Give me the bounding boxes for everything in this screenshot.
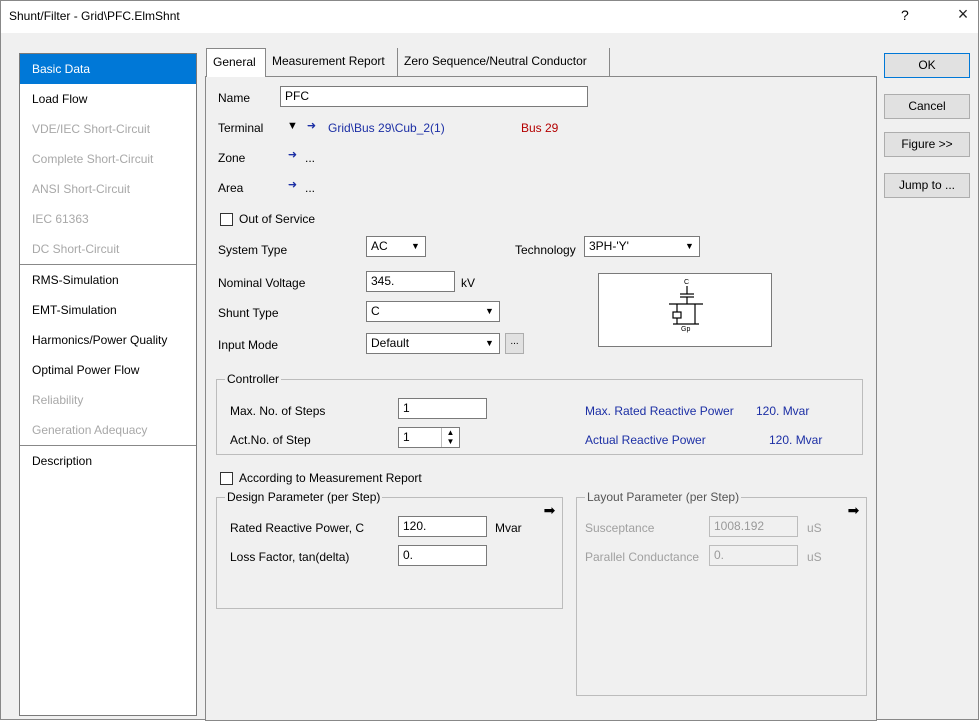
sidebar-item-iec-61363[interactable]: IEC 61363 [20, 204, 196, 234]
title-bar: Shunt/Filter - Grid\PFC.ElmShnt ? × [1, 1, 978, 33]
jump-to-button[interactable]: Jump to ... [884, 173, 970, 198]
technology-select[interactable]: 3PH-'Y' ▼ [584, 236, 700, 257]
conductance-label: Gp [681, 326, 690, 333]
tab-zero-sequence[interactable]: Zero Sequence/Neutral Conductor [398, 48, 610, 76]
act-step-value: 1 [403, 430, 410, 444]
sidebar-item-rms-simulation[interactable]: RMS-Simulation [20, 265, 196, 295]
chevron-down-icon: ▼ [485, 338, 494, 348]
nominal-voltage-label: Nominal Voltage [218, 276, 306, 290]
close-button[interactable]: × [951, 4, 975, 25]
controller-title: Controller [225, 372, 282, 386]
rated-reactive-power-unit: Mvar [495, 521, 522, 535]
tab-general[interactable]: General [206, 48, 266, 77]
actual-reactive-power-value: 120. Mvar [769, 433, 823, 447]
out-of-service-label: Out of Service [239, 212, 316, 226]
max-rated-reactive-power-label: Max. Rated Reactive Power [585, 404, 734, 418]
tab-measurement-report[interactable]: Measurement Report [266, 48, 398, 76]
terminal-bus-name: Bus 29 [521, 121, 559, 135]
system-type-select[interactable]: AC ▼ [366, 236, 426, 257]
shunt-symbol-figure: C Gp [598, 273, 772, 347]
act-step-label: Act.No. of Step [230, 433, 311, 447]
sidebar-item-optimal-power-flow[interactable]: Optimal Power Flow [20, 355, 196, 385]
input-mode-value: Default [371, 336, 410, 350]
input-mode-more-button[interactable]: ... [505, 333, 524, 354]
shunt-type-value: C [371, 304, 380, 318]
max-rated-reactive-power-value: 120. Mvar [756, 404, 810, 418]
chevron-down-icon: ▼ [411, 241, 420, 251]
parallel-conductance-label: Parallel Conductance [585, 550, 700, 564]
max-steps-label: Max. No. of Steps [230, 404, 326, 418]
terminal-jump-arrow-icon[interactable]: ➜ [303, 118, 320, 135]
sidebar-item-vde-iec-short-circuit[interactable]: VDE/IEC Short-Circuit [20, 114, 196, 144]
loss-factor-label: Loss Factor, tan(delta) [230, 550, 350, 564]
help-button[interactable]: ? [901, 7, 909, 23]
ok-button[interactable]: OK [884, 53, 970, 78]
capacitor-label: C [684, 279, 689, 286]
area-jump-arrow-icon[interactable]: ➜ [284, 177, 301, 194]
susceptance-label: Susceptance [585, 521, 655, 535]
layout-parameter-title: Layout Parameter (per Step) [585, 490, 742, 504]
shunt-type-select[interactable]: C ▼ [366, 301, 500, 322]
sidebar-item-complete-short-circuit[interactable]: Complete Short-Circuit [20, 144, 196, 174]
technology-value: 3PH-'Y' [589, 239, 629, 253]
zone-label: Zone [218, 151, 246, 165]
sidebar-item-dc-short-circuit[interactable]: DC Short-Circuit [20, 234, 196, 264]
sidebar-item-generation-adequacy[interactable]: Generation Adequacy [20, 415, 196, 445]
susceptance-field: 1008.192 [709, 516, 798, 537]
terminal-value: Grid\Bus 29\Cub_2(1) [328, 121, 445, 135]
dialog-window: Shunt/Filter - Grid\PFC.ElmShnt ? × Basi… [0, 0, 979, 721]
cancel-button[interactable]: Cancel [884, 94, 970, 119]
susceptance-unit: uS [807, 521, 822, 535]
design-arrow-icon[interactable]: ➡ [541, 502, 558, 519]
zone-jump-arrow-icon[interactable]: ➜ [284, 147, 301, 164]
according-measurement-label: According to Measurement Report [239, 471, 422, 485]
system-type-label: System Type [218, 243, 288, 257]
actual-reactive-power-label: Actual Reactive Power [585, 433, 706, 447]
terminal-dropdown-icon[interactable]: ▼ [284, 118, 301, 135]
input-mode-select[interactable]: Default ▼ [366, 333, 500, 354]
according-measurement-checkbox[interactable] [220, 472, 233, 485]
terminal-label: Terminal [218, 121, 264, 135]
sidebar-item-load-flow[interactable]: Load Flow [20, 84, 196, 114]
capacitor-symbol-icon: C Gp [669, 279, 703, 333]
name-label: Name [218, 91, 251, 105]
step-spinner[interactable]: ▲ ▼ [441, 428, 459, 447]
out-of-service-checkbox[interactable] [220, 213, 233, 226]
sidebar-item-harmonics[interactable]: Harmonics/Power Quality [20, 325, 196, 355]
nominal-voltage-unit: kV [461, 276, 476, 290]
area-label: Area [218, 181, 244, 195]
act-step-field[interactable]: 1 ▲ ▼ [398, 427, 460, 448]
name-field[interactable]: PFC [280, 86, 588, 107]
figure-button[interactable]: Figure >> [884, 132, 970, 157]
sidebar: Basic Data Load Flow VDE/IEC Short-Circu… [19, 53, 197, 716]
nominal-voltage-field[interactable]: 345. [366, 271, 455, 292]
chevron-down-icon: ▼ [685, 241, 694, 251]
input-mode-label: Input Mode [218, 338, 279, 352]
parallel-conductance-field: 0. [709, 545, 798, 566]
loss-factor-field[interactable]: 0. [398, 545, 487, 566]
rated-reactive-power-field[interactable]: 120. [398, 516, 487, 537]
chevron-down-icon: ▼ [485, 306, 494, 316]
sidebar-item-reliability[interactable]: Reliability [20, 385, 196, 415]
design-parameter-title: Design Parameter (per Step) [225, 490, 383, 504]
zone-value[interactable]: ... [305, 151, 315, 165]
layout-arrow-icon[interactable]: ➡ [845, 502, 862, 519]
area-value[interactable]: ... [305, 181, 315, 195]
technology-label: Technology [515, 243, 576, 257]
shunt-type-label: Shunt Type [218, 306, 279, 320]
rated-reactive-power-label: Rated Reactive Power, C [230, 521, 365, 535]
sidebar-item-description[interactable]: Description [20, 446, 196, 476]
parallel-conductance-unit: uS [807, 550, 822, 564]
max-steps-field[interactable]: 1 [398, 398, 487, 419]
sidebar-item-emt-simulation[interactable]: EMT-Simulation [20, 295, 196, 325]
window-title: Shunt/Filter - Grid\PFC.ElmShnt [9, 9, 180, 23]
sidebar-item-ansi-short-circuit[interactable]: ANSI Short-Circuit [20, 174, 196, 204]
system-type-value: AC [371, 239, 388, 253]
sidebar-item-basic-data[interactable]: Basic Data [20, 54, 196, 84]
